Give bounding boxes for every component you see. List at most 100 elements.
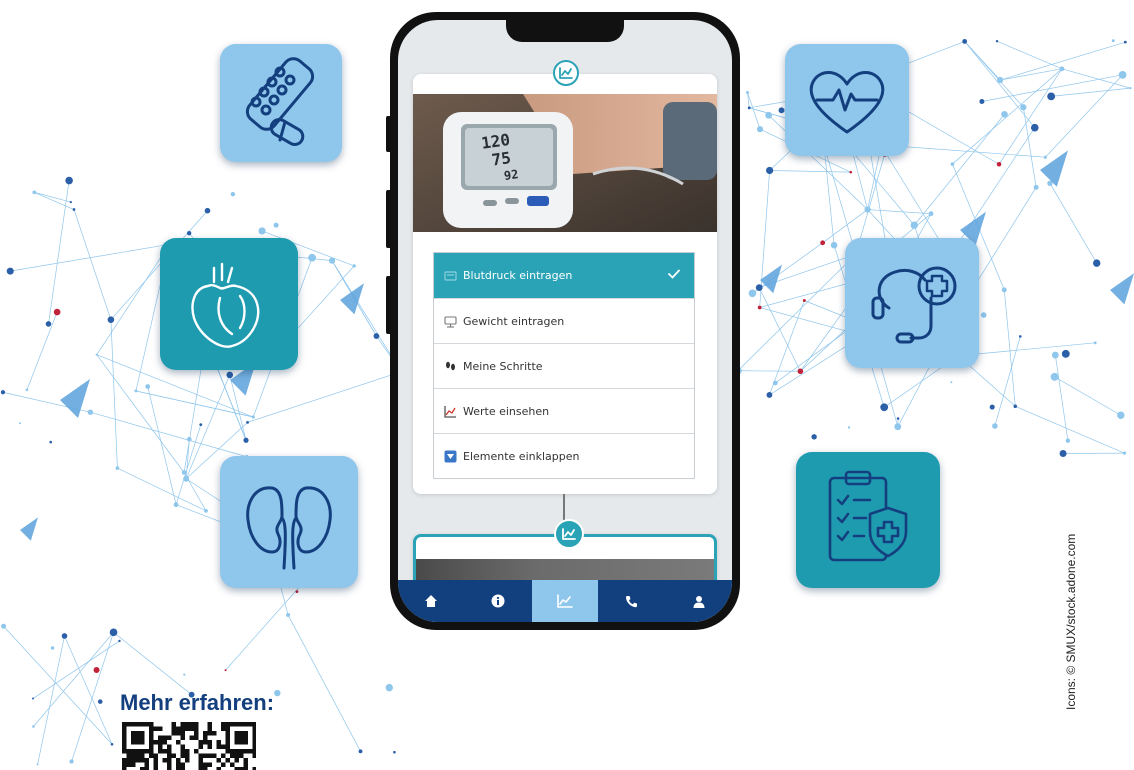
network-triangle [1110, 273, 1134, 305]
menu-item-schritte[interactable]: Meine Schritte [434, 343, 694, 388]
network-node [996, 161, 1002, 167]
phone-screen: 120 75 92 Blutdruck eintragen Gewicht ei… [398, 20, 732, 622]
network-line [3, 625, 113, 745]
network-line [964, 41, 1024, 108]
network-node [87, 409, 94, 415]
network-node [45, 321, 52, 327]
network-line [33, 632, 114, 727]
network-line [1003, 289, 1016, 407]
tab-phone[interactable] [598, 580, 665, 622]
phone-icon [626, 595, 638, 607]
network-node [274, 689, 281, 697]
network-line [737, 254, 856, 371]
bottom-tabbar [398, 580, 732, 622]
network-node [778, 107, 785, 114]
network-line [175, 424, 202, 505]
network-node [251, 415, 255, 419]
network-node [258, 227, 266, 235]
stethoscope-plus-tile [845, 238, 979, 368]
network-node [273, 222, 279, 228]
network-node [69, 759, 74, 764]
network-node [989, 404, 995, 410]
network-node [25, 388, 29, 392]
clipboard-shield-tile [796, 452, 940, 588]
stage: 120 75 92 Blutdruck eintragen Gewicht ei… [0, 0, 1134, 770]
menu-item-blutdruck[interactable]: Blutdruck eintragen [434, 253, 694, 298]
network-node [173, 502, 179, 508]
home-icon [425, 595, 438, 607]
network-line [747, 92, 761, 130]
network-node [308, 253, 316, 262]
network-node [847, 426, 851, 429]
network-node [53, 308, 61, 316]
network-node [1020, 104, 1027, 111]
network-line [758, 287, 801, 372]
network-node [183, 475, 190, 482]
network-line [48, 180, 70, 324]
tab-chart[interactable] [531, 580, 599, 622]
network-node [32, 190, 37, 195]
network-node [243, 437, 249, 443]
network-node [181, 470, 187, 475]
network-node [962, 39, 968, 44]
tab-home[interactable] [398, 580, 465, 622]
blood-pressure-photo: 120 75 92 [413, 94, 717, 232]
network-node [183, 673, 186, 676]
pills-tile [220, 44, 342, 162]
network-node [230, 192, 236, 197]
learn-more-heading: Mehr erfahren: [120, 690, 275, 715]
network-node [880, 403, 889, 412]
network-node [186, 231, 192, 236]
monitor-reading: 92 [503, 167, 519, 183]
stethoscope-plus-icon [871, 266, 957, 344]
chart-badge-icon [553, 60, 579, 86]
network-node [110, 742, 114, 746]
network-node [352, 264, 356, 268]
network-node [765, 111, 773, 119]
network-line [1054, 376, 1121, 416]
network-node [295, 590, 299, 594]
network-line [1061, 68, 1131, 89]
heartbeat-icon [809, 71, 885, 134]
menu-item-label: Meine Schritte [463, 359, 543, 373]
footsteps-icon [444, 360, 457, 373]
network-node [928, 211, 934, 217]
network-line [73, 209, 112, 320]
chart-icon [557, 594, 573, 608]
network-node [748, 289, 757, 298]
network-node [772, 380, 778, 386]
network-node [358, 749, 363, 754]
tab-user[interactable] [665, 580, 732, 622]
network-line [1000, 41, 1126, 81]
network-line [113, 632, 192, 695]
qr-code-icon[interactable] [122, 722, 256, 770]
network-node [385, 683, 393, 692]
network-node [1118, 70, 1127, 79]
network-node [199, 423, 203, 427]
network-line [769, 170, 851, 173]
network-node [32, 725, 35, 728]
menu-item-einklappen[interactable]: Elemente einklappen [434, 433, 694, 478]
network-node [1061, 349, 1070, 358]
network-node [766, 166, 774, 175]
network-node [894, 423, 902, 431]
menu-item-werte[interactable]: Werte einsehen [434, 388, 694, 433]
network-line [110, 319, 118, 469]
tab-info[interactable] [465, 580, 532, 622]
network-line [64, 635, 113, 745]
network-node [1, 623, 7, 629]
network-line [90, 411, 247, 458]
menu-item-gewicht[interactable]: Gewicht eintragen [434, 298, 694, 343]
network-node [393, 750, 396, 754]
network-node [246, 420, 249, 424]
network-node [50, 646, 55, 650]
checkmark-icon [668, 269, 680, 282]
network-node [49, 440, 53, 444]
blood-pressure-icon [444, 269, 457, 282]
chart-badge-icon [554, 519, 584, 549]
network-triangle [1040, 150, 1068, 187]
phone-frame: 120 75 92 Blutdruck eintragen Gewicht ei… [390, 12, 740, 630]
entry-card: 120 75 92 Blutdruck eintragen Gewicht ei… [413, 60, 717, 494]
network-node [896, 417, 900, 420]
network-node [93, 667, 100, 674]
